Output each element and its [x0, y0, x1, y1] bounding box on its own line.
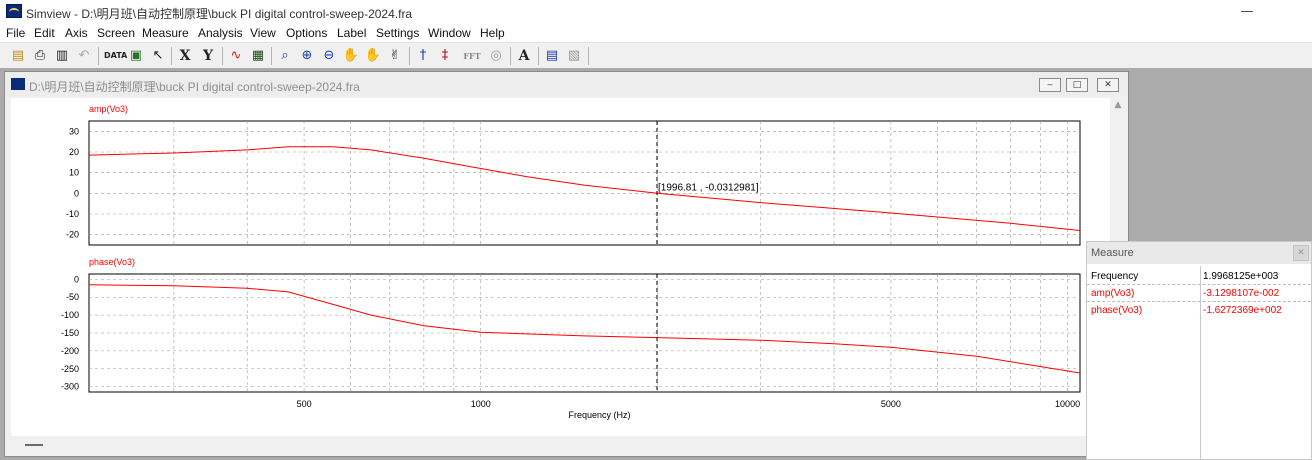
measure-label: Frequency — [1091, 271, 1139, 282]
data-chart-icon[interactable]: ▣ — [126, 46, 146, 66]
y-tick-label: 20 — [69, 147, 79, 157]
open-folder-icon[interactable]: ▤ — [8, 46, 28, 66]
y-tick-label: -200 — [61, 346, 79, 356]
globe-icon[interactable]: ◎ — [486, 46, 506, 66]
menu-measure[interactable]: Measure — [142, 26, 189, 40]
add-curve-icon[interactable]: ∿ — [226, 46, 246, 66]
measure-row-frequency: Frequency 1.9968125e+003 — [1087, 268, 1311, 285]
menu-view[interactable]: View — [250, 26, 276, 40]
x-axis-label: Frequency (Hz) — [568, 410, 630, 420]
hand-plus-icon[interactable]: ✋ — [363, 46, 383, 66]
toolbar-separator — [588, 47, 589, 65]
zoom-in-icon[interactable]: ⊕ — [297, 46, 317, 66]
title-bar: Simview - D:\明月班\自动控制原理\buck PI digital … — [0, 0, 1312, 24]
y-tick-label: -150 — [61, 328, 79, 338]
y-tick-label: 0 — [74, 274, 79, 284]
measure-label: amp(Vo3) — [1091, 288, 1135, 299]
zoom-out-icon[interactable]: ⊖ — [319, 46, 339, 66]
menu-axis[interactable]: Axis — [65, 26, 88, 40]
grid-icon[interactable]: ▦ — [248, 46, 268, 66]
cursor-peak-icon[interactable]: ‡ — [435, 46, 455, 66]
pointer-icon[interactable]: ↖ — [148, 46, 168, 66]
menu-file[interactable]: File — [6, 26, 25, 40]
series-line-amp(Vo3) — [88, 146, 1081, 231]
menu-label[interactable]: Label — [337, 26, 366, 40]
menu-screen[interactable]: Screen — [97, 26, 135, 40]
x-tick-label: 500 — [297, 399, 312, 409]
y-axis-icon[interactable]: Y — [198, 46, 218, 66]
toolbar-separator — [538, 47, 539, 65]
measure-value: 1.9968125e+003 — [1203, 271, 1279, 282]
x-tick-label: 10000 — [1055, 399, 1080, 409]
document-minimize-button[interactable]: ‒ — [1039, 78, 1061, 92]
y-tick-label: -100 — [61, 310, 79, 320]
menu-analysis[interactable]: Analysis — [198, 26, 243, 40]
measure-close-button[interactable]: ✕ — [1293, 245, 1309, 261]
cursor-icon[interactable]: † — [413, 46, 433, 66]
toolbar-separator — [271, 47, 272, 65]
clipboard-icon[interactable]: ▥ — [52, 46, 72, 66]
bode-plot[interactable]: 30 20 10 0 -10 -20 amp(Vo3) 0 -50 -100 -150 -200 -25… — [11, 98, 1110, 442]
series-line-phase(Vo3) — [88, 284, 1081, 374]
y-tick-label: 30 — [69, 126, 79, 136]
menu-settings[interactable]: Settings — [376, 26, 419, 40]
toolbar-separator — [510, 47, 511, 65]
toolbar-separator — [222, 47, 223, 65]
y-tick-label: 0 — [74, 188, 79, 198]
minimize-button[interactable]: — — [1224, 0, 1270, 24]
y-tick-label: -10 — [66, 209, 79, 219]
data-icon[interactable]: DATA — [104, 46, 127, 66]
document-title: D:\明月班\自动控制原理\buck PI digital control-sw… — [29, 80, 360, 94]
y-tick-label: 10 — [69, 168, 79, 178]
y-tick-label: -50 — [66, 292, 79, 302]
y-tick-label: -300 — [61, 382, 79, 392]
document-title-bar: D:\明月班\自动控制原理\buck PI digital control-sw… — [5, 72, 1128, 96]
menu-edit[interactable]: Edit — [34, 26, 55, 40]
measure-title-bar: Measure ✕ — [1087, 242, 1311, 264]
y-tick-label: -20 — [66, 230, 79, 240]
scroll-thumb[interactable] — [25, 444, 43, 446]
y-tick-label: -250 — [61, 364, 79, 374]
plot-frame — [88, 120, 1081, 246]
menu-window[interactable]: Window — [428, 26, 471, 40]
horizontal-scrollbar[interactable] — [11, 436, 1110, 456]
measure-row-amp: amp(Vo3) -3.1298107e-002 — [1087, 285, 1311, 302]
undo-icon[interactable]: ↶ — [74, 46, 94, 66]
simview-app-icon — [6, 4, 22, 18]
plot-area[interactable]: 30 20 10 0 -10 -20 amp(Vo3) 0 -50 -100 -150 -200 -25… — [11, 98, 1110, 442]
hand-move-icon[interactable]: ✌ — [385, 46, 405, 66]
cursor-annotation: [1996.81 , -0.0312981] — [658, 182, 759, 193]
toolbar-separator — [409, 47, 410, 65]
zoom-icon[interactable]: ⌕ — [275, 46, 295, 66]
x-tick-label: 5000 — [881, 399, 901, 409]
menu-options[interactable]: Options — [286, 26, 327, 40]
measure-label: phase(Vo3) — [1091, 305, 1143, 316]
menu-bar: File Edit Axis Screen Measure Analysis V… — [0, 24, 1312, 42]
measure-value: -3.1298107e-002 — [1203, 288, 1280, 299]
toolbar: ▤ ⎙ ▥ ↶ DATA ▣ ↖ X Y ∿ ▦ ⌕ ⊕ ⊖ ✋ ✋ ✌ † ‡… — [0, 42, 1312, 68]
chart-title: amp(Vo3) — [89, 104, 128, 114]
toolbar-separator — [171, 47, 172, 65]
x-axis-icon[interactable]: X — [175, 46, 195, 66]
measure-title: Measure — [1091, 247, 1134, 259]
measure-value: -1.6272369e+002 — [1203, 305, 1282, 316]
export-icon[interactable]: ▤ — [542, 46, 562, 66]
measure-row-phase: phase(Vo3) -1.6272369e+002 — [1087, 302, 1311, 319]
window-title: Simview - D:\明月班\自动控制原理\buck PI digital … — [26, 7, 413, 21]
hand-icon[interactable]: ✋ — [341, 46, 361, 66]
print-icon[interactable]: ⎙ — [30, 46, 50, 66]
fft-icon[interactable]: FFT — [462, 46, 482, 66]
document-window: D:\明月班\自动控制原理\buck PI digital control-sw… — [4, 71, 1129, 457]
scroll-up-arrow-icon[interactable]: ▲ — [1110, 100, 1126, 112]
document-icon — [11, 78, 25, 90]
text-icon[interactable]: A — [514, 46, 534, 66]
chart-title: phase(Vo3) — [89, 257, 135, 267]
toolbar-separator — [98, 47, 99, 65]
document-maximize-button[interactable]: □ — [1066, 78, 1088, 92]
measure-panel: Measure ✕ Frequency 1.9968125e+003 amp(V… — [1086, 241, 1312, 460]
menu-help[interactable]: Help — [480, 26, 505, 40]
x-tick-label: 1000 — [471, 399, 491, 409]
document-close-button[interactable]: ✕ — [1097, 78, 1119, 92]
settings-icon[interactable]: ▧ — [564, 46, 584, 66]
